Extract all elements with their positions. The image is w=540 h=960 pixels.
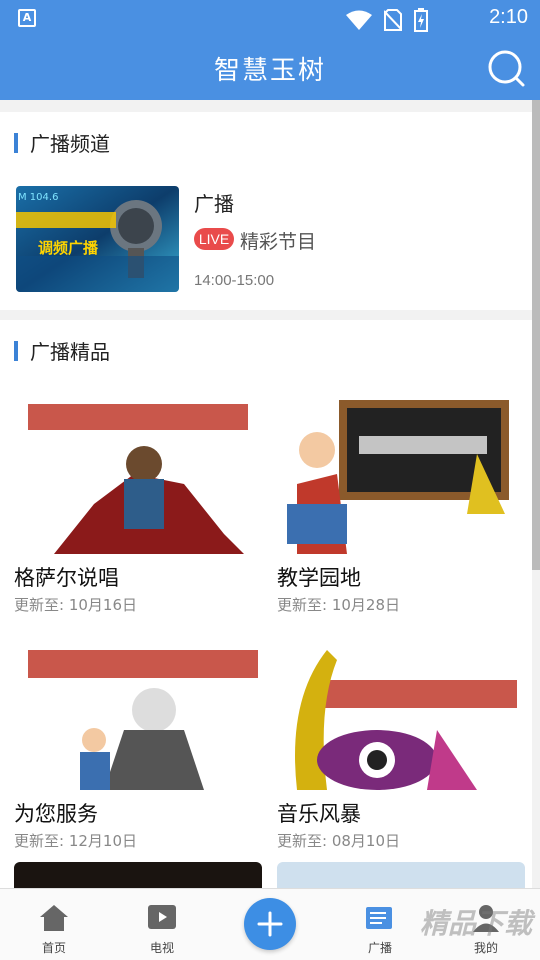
channel-time: 14:00-15:00 bbox=[194, 272, 275, 289]
featured-updated: 更新至: 12月10日 bbox=[14, 832, 137, 850]
channel-title[interactable]: 广播 bbox=[194, 188, 234, 217]
featured-updated: 更新至: 10月16日 bbox=[14, 596, 137, 614]
section-title: 广播频道 bbox=[30, 132, 110, 156]
radio-channel-thumbnail[interactable]: M 104.6 调频广播 bbox=[16, 186, 179, 292]
tv-icon bbox=[148, 905, 176, 929]
featured-title: 音乐风暴 bbox=[277, 802, 361, 826]
page-title: 智慧玉树 bbox=[213, 56, 326, 86]
tab-label: 首页 bbox=[41, 941, 66, 955]
wifi-icon bbox=[346, 10, 372, 30]
featured-item[interactable]: 教学园地 更新至: 10月28日 bbox=[277, 394, 525, 615]
status-icons bbox=[346, 8, 428, 32]
status-bar: A 2:10 bbox=[0, 0, 540, 36]
tab-tv[interactable]: 电视 bbox=[122, 889, 202, 960]
app-bar: 智慧玉树 bbox=[0, 36, 540, 100]
featured-thumbnail bbox=[277, 630, 525, 790]
featured-item[interactable]: 格萨尔说唱 更新至: 10月16日 bbox=[14, 394, 262, 615]
tab-radio[interactable]: 广播 bbox=[340, 889, 420, 960]
app-notification-icon: A bbox=[18, 9, 36, 27]
home-icon bbox=[40, 905, 68, 931]
featured-title: 格萨尔说唱 bbox=[14, 566, 119, 590]
scrollbar[interactable] bbox=[532, 100, 540, 570]
channel-section-header: 广播频道 bbox=[14, 128, 110, 157]
featured-thumbnail bbox=[277, 394, 525, 554]
section-title: 广播精品 bbox=[30, 340, 110, 364]
featured-item[interactable]: 为您服务 更新至: 12月10日 bbox=[14, 630, 262, 851]
add-button[interactable] bbox=[244, 898, 296, 950]
status-time: 2:10 bbox=[489, 6, 528, 28]
live-badge: LIVE bbox=[194, 228, 234, 250]
tab-home[interactable]: 首页 bbox=[14, 889, 94, 960]
featured-title: 教学园地 bbox=[277, 566, 361, 590]
search-icon[interactable] bbox=[486, 48, 526, 88]
featured-updated: 更新至: 10月28日 bbox=[277, 596, 400, 614]
plus-icon bbox=[257, 911, 283, 937]
featured-title: 为您服务 bbox=[14, 802, 98, 826]
featured-section-header: 广播精品 bbox=[14, 336, 110, 365]
featured-thumbnail bbox=[14, 630, 262, 790]
featured-item[interactable] bbox=[277, 862, 525, 888]
tab-label: 电视 bbox=[149, 941, 174, 955]
thumbnail-title: 调频广播 bbox=[38, 239, 99, 257]
frequency-label: M 104.6 bbox=[18, 192, 58, 203]
featured-item[interactable] bbox=[14, 862, 262, 888]
watermark: 精品下载 bbox=[419, 907, 532, 940]
battery-charging-icon bbox=[414, 8, 428, 32]
radio-icon bbox=[366, 907, 392, 929]
channel-subtitle: 精彩节目 bbox=[240, 231, 317, 253]
featured-thumbnail bbox=[14, 394, 262, 554]
featured-updated: 更新至: 08月10日 bbox=[277, 832, 400, 850]
featured-item[interactable]: 音乐风暴 更新至: 08月10日 bbox=[277, 630, 525, 851]
no-sim-icon bbox=[384, 9, 402, 31]
tab-label: 广播 bbox=[367, 941, 392, 955]
